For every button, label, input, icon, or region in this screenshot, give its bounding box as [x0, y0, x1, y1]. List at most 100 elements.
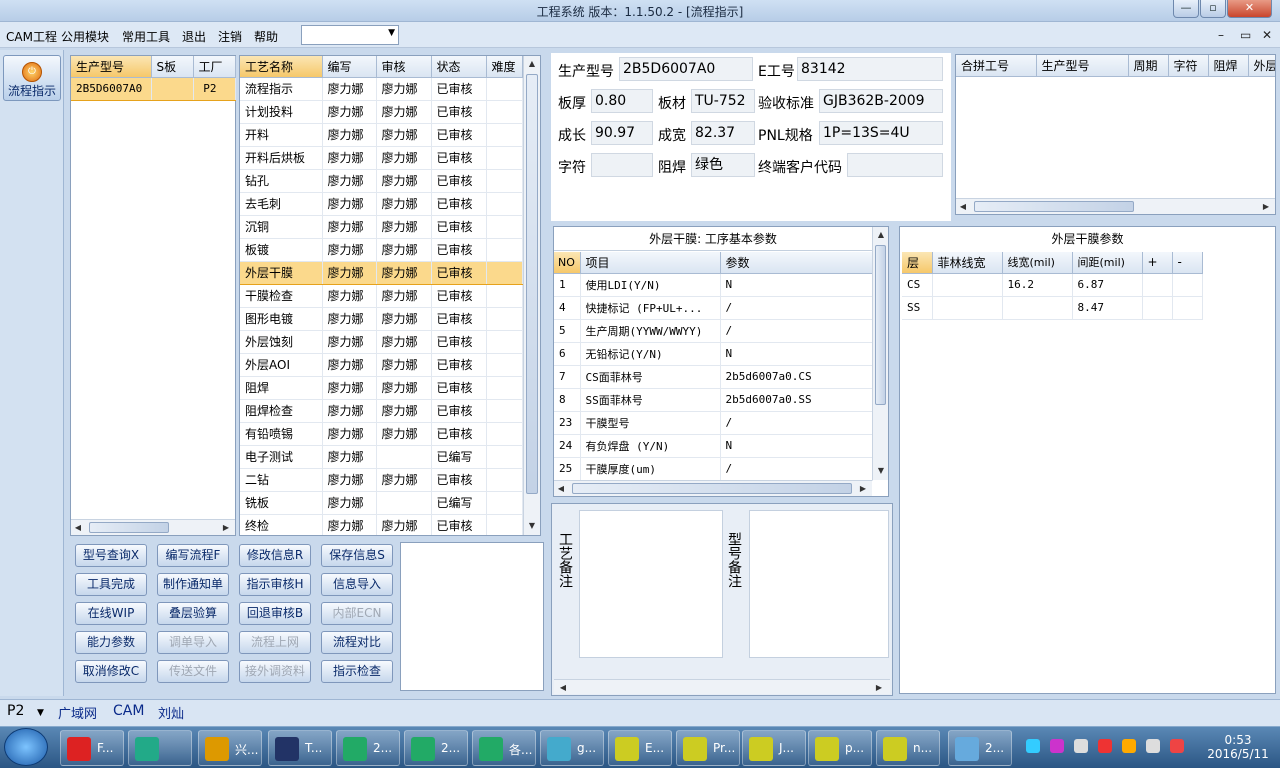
action-button[interactable]: 回退审核B — [239, 602, 311, 625]
taskbar-item[interactable]: 2... — [948, 730, 1012, 766]
maximize-button[interactable]: ▫ — [1200, 0, 1226, 18]
table-row[interactable]: 有铅喷锡 廖力娜 廖力娜 已审核 — [240, 422, 523, 446]
model-remark-field[interactable] — [749, 510, 889, 658]
col-char[interactable]: 字符 — [1168, 55, 1209, 77]
menu-combo[interactable]: ▼ — [301, 25, 399, 45]
length-field[interactable]: 90.97 — [591, 121, 653, 145]
table-row[interactable]: 开料 廖力娜 廖力娜 已审核 — [240, 123, 523, 147]
table-row[interactable]: 7 CS面菲林号 2b5d6007a0.CS — [554, 365, 873, 389]
table-row[interactable]: 二钻 廖力娜 廖力娜 已审核 — [240, 468, 523, 492]
table-row[interactable]: 板镀 廖力娜 廖力娜 已审核 — [240, 238, 523, 262]
taskbar-item[interactable]: Pr... — [676, 730, 740, 766]
scroll-thumb[interactable] — [526, 74, 538, 494]
taskbar-item[interactable]: T... — [268, 730, 332, 766]
taskbar-item[interactable]: 2... — [336, 730, 400, 766]
chevron-down-icon[interactable]: ▼ — [37, 708, 44, 718]
taskbar-item[interactable]: n... — [876, 730, 940, 766]
table-row[interactable]: 5 生产周期(YYWW/WWYY) / — [554, 319, 873, 343]
tray-icon[interactable] — [1074, 739, 1088, 753]
scroll-left-icon[interactable]: ◀ — [956, 202, 970, 211]
clock[interactable]: 0:53 2016/5/11 — [1200, 733, 1276, 761]
col-reviewer[interactable]: 审核 — [376, 56, 432, 78]
scroll-right-icon[interactable]: ▶ — [1259, 202, 1273, 211]
table-row[interactable]: 23 干膜型号 / — [554, 411, 873, 435]
taskbar-item[interactable]: p... — [808, 730, 872, 766]
tray-icon[interactable] — [1098, 739, 1112, 753]
menu-cam[interactable]: CAM工程 — [6, 28, 57, 45]
combined-hscrollbar[interactable]: ◀ ▶ — [956, 198, 1275, 214]
menu-common-tools[interactable]: 常用工具 — [122, 28, 170, 45]
col-item[interactable]: 项目 — [580, 252, 721, 274]
tray-icon[interactable] — [1170, 739, 1184, 753]
col-writer[interactable]: 编写 — [322, 56, 377, 78]
col-model[interactable]: 生产型号 — [71, 56, 152, 78]
scroll-up-icon[interactable]: ▲ — [525, 59, 539, 68]
menu-common-modules[interactable]: 公用模块 — [61, 28, 109, 45]
action-button[interactable]: 修改信息R — [239, 544, 311, 567]
table-row[interactable]: 图形电镀 廖力娜 廖力娜 已审核 — [240, 307, 523, 331]
taskbar-item[interactable]: F... — [60, 730, 124, 766]
flow-indicator-button[interactable]: ⏻ 流程指示 — [3, 55, 61, 101]
scroll-thumb[interactable] — [89, 522, 169, 533]
col-layer[interactable]: 层 — [902, 252, 933, 274]
col-difficulty[interactable]: 难度 — [486, 56, 523, 78]
start-button[interactable] — [4, 728, 48, 766]
table-row[interactable]: 去毛刺 廖力娜 廖力娜 已审核 — [240, 192, 523, 216]
solder-mask-field[interactable]: 绿色 — [691, 153, 755, 177]
col-no[interactable]: NO — [554, 252, 581, 274]
action-button[interactable]: 流程对比 — [321, 631, 393, 654]
table-row[interactable]: 6 无铅标记(Y/N) N — [554, 342, 873, 366]
scroll-left-icon[interactable]: ◀ — [554, 484, 568, 493]
scroll-thumb[interactable] — [974, 201, 1134, 212]
col-minus[interactable]: - — [1172, 252, 1203, 274]
taskbar-item[interactable]: J... — [742, 730, 806, 766]
table-row[interactable]: 外层蚀刻 廖力娜 廖力娜 已审核 — [240, 330, 523, 354]
mdi-minimize-button[interactable]: – — [1218, 28, 1224, 42]
table-row[interactable]: 2B5D6007A0 P2 — [71, 76, 236, 101]
action-button[interactable]: 指示检查 — [321, 660, 393, 683]
standard-field[interactable]: GJB362B-2009 — [819, 89, 943, 113]
action-button[interactable]: 指示审核H — [239, 573, 311, 596]
col-period[interactable]: 周期 — [1128, 55, 1169, 77]
action-button[interactable]: 制作通知单 — [157, 573, 229, 596]
table-row[interactable]: 电子测试 廖力娜 已编写 — [240, 445, 523, 469]
taskbar-item[interactable]: g... — [540, 730, 604, 766]
table-row[interactable]: 计划投料 廖力娜 廖力娜 已审核 — [240, 100, 523, 124]
close-button[interactable]: ✕ — [1227, 0, 1272, 18]
col-plus[interactable]: + — [1142, 252, 1173, 274]
model-field[interactable]: 2B5D6007A0 — [619, 57, 753, 81]
action-button[interactable]: 叠层验算 — [157, 602, 229, 625]
tray-icon[interactable] — [1122, 739, 1136, 753]
width-field[interactable]: 82.37 — [691, 121, 755, 145]
mdi-restore-button[interactable]: ▭ — [1240, 28, 1251, 42]
scroll-right-icon[interactable]: ▶ — [856, 484, 870, 493]
table-row[interactable]: 流程指示 廖力娜 廖力娜 已审核 — [240, 77, 523, 101]
char-field[interactable] — [591, 153, 653, 177]
tray-icon[interactable] — [1026, 739, 1040, 753]
customer-code-field[interactable] — [847, 153, 943, 177]
table-row[interactable]: 8 SS面菲林号 2b5d6007a0.SS — [554, 388, 873, 412]
minimize-button[interactable]: — — [1173, 0, 1199, 18]
scroll-thumb[interactable] — [572, 483, 852, 494]
action-button[interactable]: 信息导入 — [321, 573, 393, 596]
remarks-hscrollbar[interactable]: ◀ ▶ — [554, 679, 890, 694]
table-row[interactable]: 阻焊 廖力娜 廖力娜 已审核 — [240, 376, 523, 400]
mdi-close-button[interactable]: ✕ — [1262, 28, 1272, 42]
scroll-left-icon[interactable]: ◀ — [556, 683, 570, 692]
action-button[interactable]: 在线WIP — [75, 602, 147, 625]
scroll-down-icon[interactable]: ▼ — [525, 521, 539, 530]
table-row[interactable]: 干膜检查 廖力娜 廖力娜 已审核 — [240, 284, 523, 308]
action-button[interactable]: 接外调资料 — [239, 660, 311, 683]
action-button[interactable]: 取消修改C — [75, 660, 147, 683]
action-button[interactable]: 工具完成 — [75, 573, 147, 596]
action-button[interactable]: 能力参数 — [75, 631, 147, 654]
col-spacing[interactable]: 间距(mil) — [1072, 252, 1143, 274]
scroll-thumb[interactable] — [875, 245, 886, 405]
taskbar-item[interactable]: 各... — [472, 730, 536, 766]
col-param[interactable]: 参数 — [720, 252, 873, 274]
table-row[interactable]: 外层AOI 廖力娜 廖力娜 已审核 — [240, 353, 523, 377]
table-row[interactable]: 终检 廖力娜 廖力娜 已审核 — [240, 514, 523, 535]
scroll-up-icon[interactable]: ▲ — [874, 230, 888, 239]
params-hscrollbar[interactable]: ◀ ▶ — [554, 480, 872, 496]
taskbar-item[interactable]: 兴... — [198, 730, 262, 766]
